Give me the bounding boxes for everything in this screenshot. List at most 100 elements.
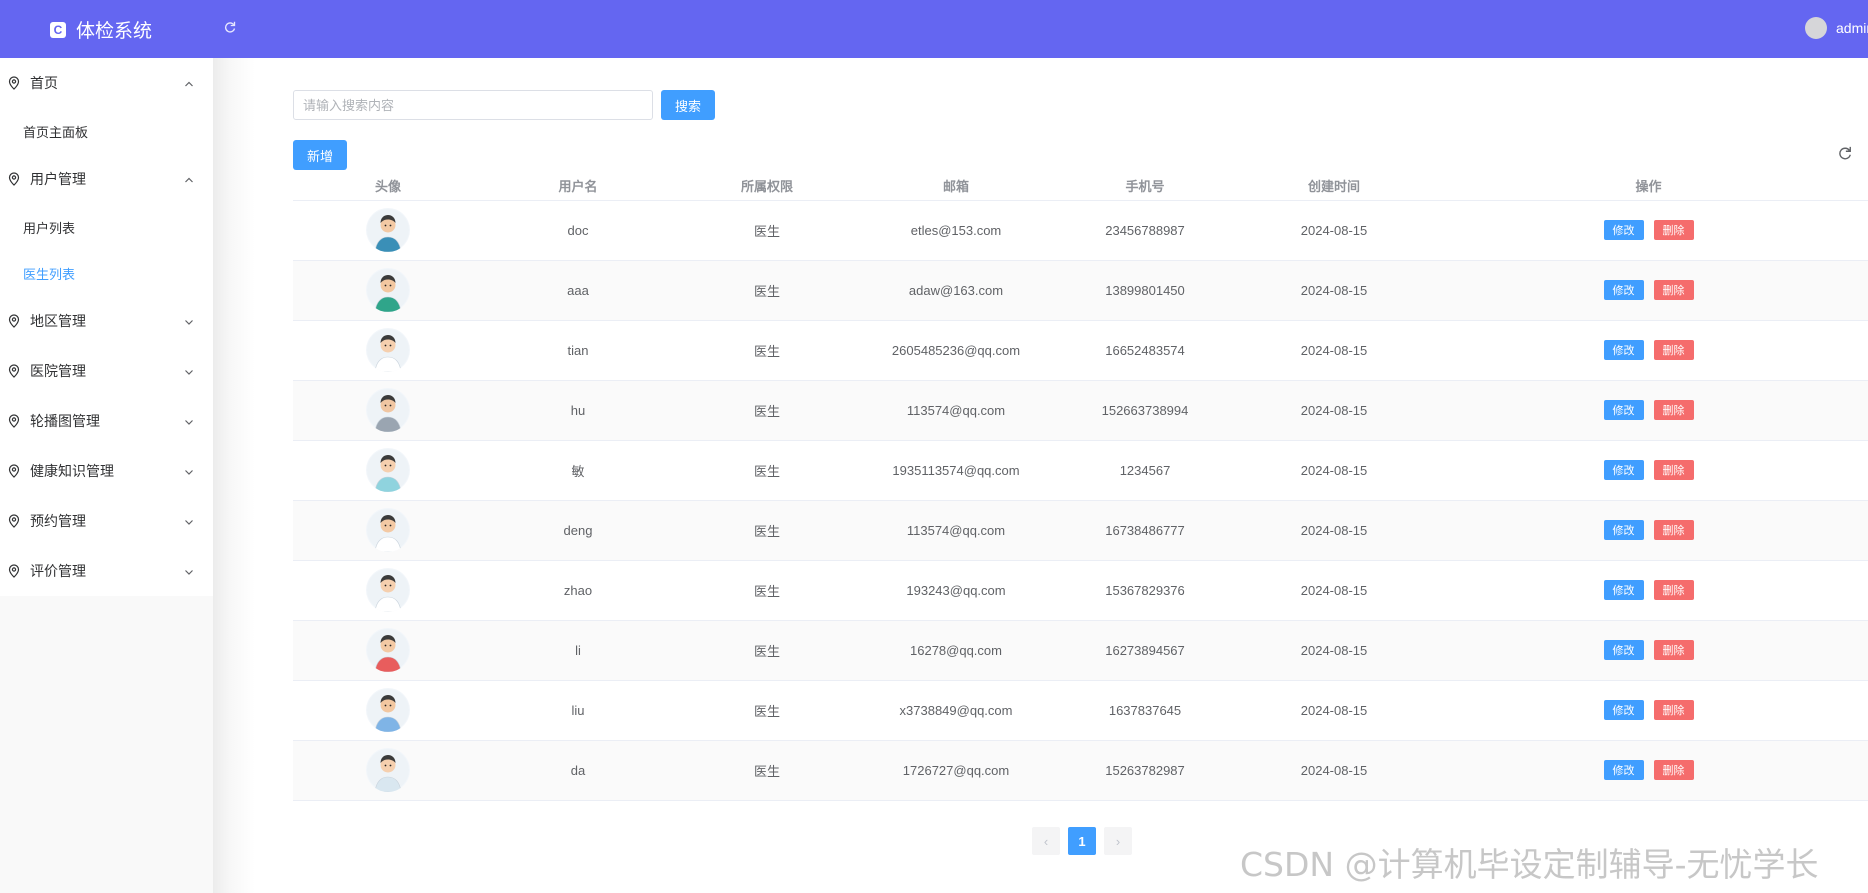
user-name: admin	[1836, 20, 1868, 36]
delete-button[interactable]: 删除	[1653, 580, 1694, 600]
add-button[interactable]: 新增	[293, 140, 348, 170]
sidebar-item[interactable]: 用户列表	[0, 204, 213, 250]
sidebar-group[interactable]: 地区管理	[0, 296, 213, 346]
created-cell: 2024-08-15	[1239, 380, 1429, 441]
edit-button[interactable]: 修改	[1603, 400, 1644, 420]
location-pin-icon	[8, 76, 20, 90]
phone-cell: 16652483574	[1051, 320, 1239, 381]
search-bar: 搜索	[293, 90, 716, 120]
sidebar-group[interactable]: 健康知识管理	[0, 446, 213, 496]
role-cell: 医生	[673, 320, 861, 381]
sidebar-group[interactable]: 首页	[0, 58, 213, 108]
doctor-avatar-icon	[366, 328, 410, 372]
sidebar-item[interactable]: 医生列表	[0, 250, 213, 296]
actions-cell: 修改 删除	[1429, 680, 1868, 741]
brand[interactable]: C 体检系统	[50, 16, 152, 43]
table-row: liu 医生 x3738849@qq.com 1637837645 2024-08-15…	[293, 680, 1868, 741]
edit-button[interactable]: 修改	[1603, 520, 1644, 540]
avatar-cell	[293, 260, 483, 321]
prev-page-button[interactable]: ‹	[1032, 827, 1060, 855]
edit-button[interactable]: 修改	[1603, 640, 1644, 660]
username-cell: liu	[483, 680, 673, 741]
avatar-cell	[293, 740, 483, 801]
created-cell: 2024-08-15	[1239, 320, 1429, 381]
sidebar-group-label: 医院管理	[30, 363, 86, 379]
delete-button[interactable]: 删除	[1653, 640, 1694, 660]
pagination: ‹ 1 ›	[1032, 827, 1132, 855]
delete-button[interactable]: 删除	[1653, 220, 1694, 240]
delete-button[interactable]: 删除	[1653, 700, 1694, 720]
sidebar-group-label: 健康知识管理	[30, 463, 114, 479]
doctor-avatar-icon	[366, 568, 410, 612]
sidebar-group[interactable]: 轮播图管理	[0, 396, 213, 446]
phone-cell: 15367829376	[1051, 560, 1239, 621]
search-button[interactable]: 搜索	[661, 90, 716, 120]
phone-cell: 1234567	[1051, 440, 1239, 501]
sidebar-group-label: 首页	[30, 75, 58, 91]
table-row: da 医生 1726727@qq.com 15263782987 2024-08-15 修…	[293, 740, 1868, 801]
row-actions: 修改 删除	[1429, 340, 1868, 360]
role-cell: 医生	[673, 740, 861, 801]
delete-button[interactable]: 删除	[1653, 400, 1694, 420]
sidebar-item[interactable]: 首页主面板	[0, 108, 213, 154]
user-menu[interactable]: admin	[1805, 17, 1868, 39]
delete-button[interactable]: 删除	[1653, 460, 1694, 480]
username-cell: da	[483, 740, 673, 801]
table-row: 敏医生 1935113574@qq.com 1234567 2024-08-15 修改删…	[293, 440, 1868, 501]
edit-button[interactable]: 修改	[1603, 220, 1644, 240]
actions-cell: 修改 删除	[1429, 380, 1868, 441]
page-button[interactable]: 1	[1068, 827, 1096, 855]
table-row: tian 医生 2605485236@qq.com 16652483574 2024-0…	[293, 320, 1868, 381]
delete-button[interactable]: 删除	[1653, 760, 1694, 780]
delete-button[interactable]: 删除	[1653, 280, 1694, 300]
row-actions: 修改 删除	[1429, 520, 1868, 540]
created-cell: 2024-08-15	[1239, 560, 1429, 621]
table-header-row: 头像 用户名 所属权限 邮箱 手机号 创建时间 操作	[293, 172, 1868, 201]
email-cell: 113574@qq.com	[861, 380, 1051, 441]
column-header: 用户名	[483, 172, 673, 201]
chevron-down-icon	[183, 365, 195, 377]
row-actions: 修改 删除	[1429, 220, 1868, 240]
created-cell: 2024-08-15	[1239, 680, 1429, 741]
delete-button[interactable]: 删除	[1653, 340, 1694, 360]
actions-cell: 修改 删除	[1429, 740, 1868, 801]
chevron-left-icon: ‹	[1043, 833, 1049, 849]
created-cell: 2024-08-15	[1239, 260, 1429, 321]
main-content: 搜索 新增 头像用户名所属权限邮箱手机号创建时间操作 doc医生etles@15…	[275, 74, 1868, 893]
delete-button[interactable]: 删除	[1653, 520, 1694, 540]
sidebar-group[interactable]: 预约管理	[0, 496, 213, 546]
location-pin-icon	[8, 564, 20, 578]
edit-button[interactable]: 修改	[1603, 580, 1644, 600]
sidebar-group-label: 用户管理	[30, 171, 86, 187]
edit-button[interactable]: 修改	[1603, 760, 1644, 780]
search-input[interactable]	[293, 90, 653, 120]
table-row: li 医生 16278@qq.com 16273894567 2024-08-15 修改删…	[293, 620, 1868, 681]
role-cell: 医生	[673, 200, 861, 261]
refresh-icon[interactable]	[224, 21, 236, 35]
avatar[interactable]	[1805, 17, 1827, 39]
sidebar-group-label: 地区管理	[30, 313, 86, 329]
column-header: 邮箱	[861, 172, 1051, 201]
username-cell: aaa	[483, 260, 673, 321]
chevron-up-icon	[183, 173, 195, 185]
email-cell: 1935113574@qq.com	[861, 440, 1051, 501]
table-row: deng 医生 113574@qq.com 16738486777 2024-08-15…	[293, 500, 1868, 561]
sidebar-group[interactable]: 医院管理	[0, 346, 213, 396]
chevron-down-icon	[183, 565, 195, 577]
next-page-button[interactable]: ›	[1104, 827, 1132, 855]
edit-button[interactable]: 修改	[1603, 340, 1644, 360]
role-cell: 医生	[673, 380, 861, 441]
avatar-cell	[293, 440, 483, 501]
edit-button[interactable]: 修改	[1603, 460, 1644, 480]
email-cell: etles@153.com	[861, 200, 1051, 261]
edit-button[interactable]: 修改	[1603, 700, 1644, 720]
email-cell: 2605485236@qq.com	[861, 320, 1051, 381]
chevron-down-icon	[183, 465, 195, 477]
edit-button[interactable]: 修改	[1603, 280, 1644, 300]
role-cell: 医生	[673, 560, 861, 621]
email-cell: 1726727@qq.com	[861, 740, 1051, 801]
actions-cell: 修改 删除	[1429, 260, 1868, 321]
sidebar-group[interactable]: 评价管理	[0, 546, 213, 596]
refresh-table-icon[interactable]	[1838, 146, 1854, 162]
sidebar-group[interactable]: 用户管理	[0, 154, 213, 204]
